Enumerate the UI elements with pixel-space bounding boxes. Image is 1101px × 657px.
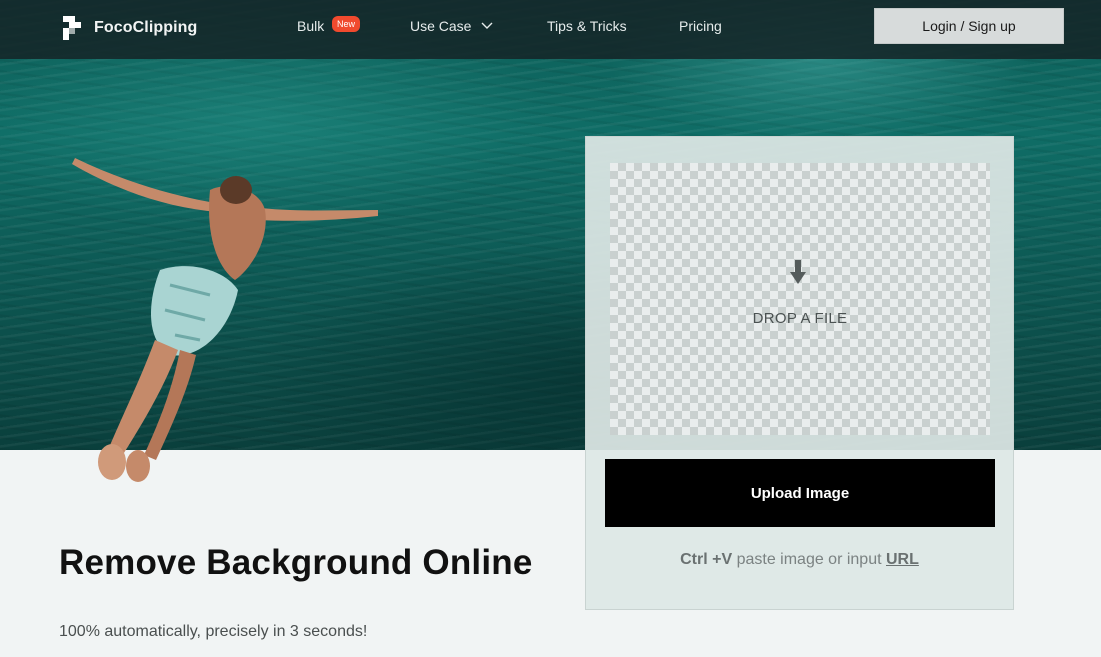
- page-title: Remove Background Online: [59, 543, 533, 582]
- nav-item-bulk[interactable]: Bulk: [297, 18, 324, 34]
- drop-file-label: DROP A FILE: [752, 310, 848, 327]
- paste-text: paste image or input: [732, 551, 886, 568]
- paste-shortcut: Ctrl +V: [680, 551, 733, 568]
- download-arrow-icon: [790, 260, 806, 284]
- nav-item-use-case-label: Use Case: [410, 18, 472, 34]
- file-drop-zone[interactable]: DROP A FILE: [610, 163, 990, 435]
- upload-image-button[interactable]: Upload Image: [605, 459, 995, 527]
- new-badge: New: [332, 16, 361, 32]
- url-input-link[interactable]: URL: [886, 551, 919, 568]
- logo-mark-icon: [63, 16, 83, 40]
- brand-name: FocoClipping: [94, 19, 198, 36]
- page-subtitle: 100% automatically, precisely in 3 secon…: [59, 623, 368, 640]
- brand-logo[interactable]: FocoClipping: [63, 16, 197, 40]
- nav-item-use-case[interactable]: Use Case: [410, 18, 493, 34]
- nav-item-pricing[interactable]: Pricing: [679, 18, 722, 34]
- nav-item-tips-tricks[interactable]: Tips & Tricks: [547, 18, 627, 34]
- top-navbar: FocoClipping Bulk New Use Case Tips & Tr…: [0, 0, 1101, 59]
- diver-image: [72, 158, 378, 482]
- login-signup-button[interactable]: Login / Sign up: [874, 8, 1064, 44]
- chevron-down-icon: [481, 22, 493, 29]
- paste-instructions: Ctrl +V paste image or input URL: [586, 551, 1013, 569]
- upload-panel: DROP A FILE Upload Image Ctrl +V paste i…: [585, 136, 1014, 610]
